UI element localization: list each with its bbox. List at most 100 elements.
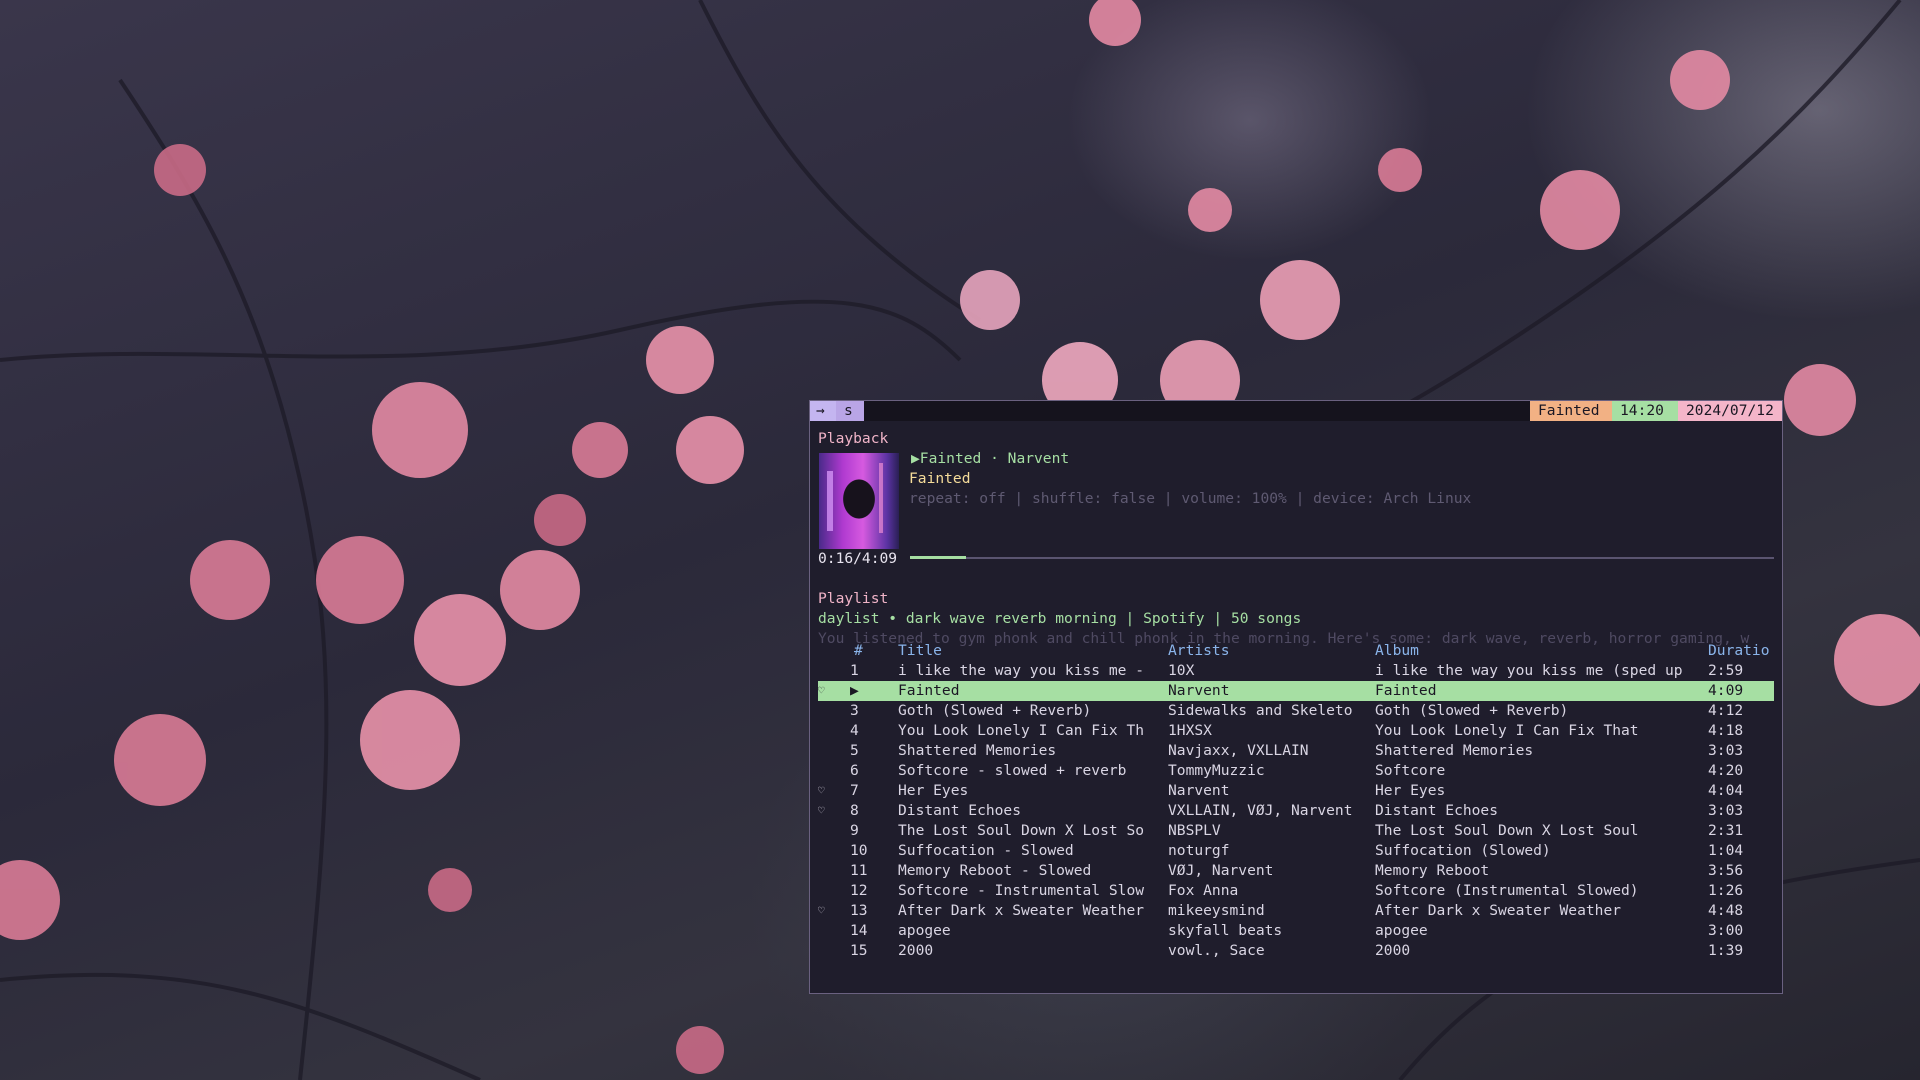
track-number: 11	[850, 862, 868, 879]
track-number: 15	[850, 942, 868, 959]
track-album: 2000	[1375, 942, 1411, 959]
track-album: apogee	[1375, 922, 1428, 939]
playlist-section-label: Playlist	[818, 590, 889, 607]
track-duration: 4:09	[1708, 682, 1744, 699]
arrow-icon: →	[810, 401, 836, 421]
track-album: The Lost Soul Down X Lost Soul	[1375, 822, 1639, 839]
track-duration: 3:00	[1708, 922, 1744, 939]
track-title: Softcore - slowed + reverb	[898, 762, 1127, 779]
track-album: After Dark x Sweater Weather	[1375, 902, 1622, 919]
track-title: Softcore - Instrumental Slow	[898, 882, 1145, 899]
track-artists: 10X	[1168, 662, 1195, 679]
track-artists: vowl., Sace	[1168, 942, 1265, 959]
track-title: Goth (Slowed + Reverb)	[898, 702, 1092, 719]
track-number: 9	[850, 822, 859, 839]
table-row[interactable]: ♡ 13 After Dark x Sweater Weather mikeeysmi…	[818, 901, 1774, 921]
track-duration: 4:04	[1708, 782, 1744, 799]
track-artists: noturgf	[1168, 842, 1230, 859]
table-header: # Title Artists Album Duratio	[818, 641, 1774, 661]
track-duration: 4:20	[1708, 762, 1744, 779]
track-artists: skyfall beats	[1168, 922, 1283, 939]
track-album: Shattered Memories	[1375, 742, 1534, 759]
track-duration: 3:03	[1708, 742, 1744, 759]
table-row[interactable]: 1 i like the way you kiss me - 10X i like t…	[818, 661, 1774, 681]
track-album: Softcore	[1375, 762, 1446, 779]
track-title: Distant Echoes	[898, 802, 1022, 819]
table-row[interactable]: ♡ 7 Her Eyes Narvent Her Eyes 4:04	[818, 781, 1774, 801]
date-badge: 2024/07/12	[1678, 401, 1782, 421]
track-artists: NBSPLV	[1168, 822, 1221, 839]
table-row[interactable]: 15 2000 vowl., Sace 2000 1:39	[818, 941, 1774, 961]
track-title: The Lost Soul Down X Lost So	[898, 822, 1145, 839]
track-album: You Look Lonely I Can Fix That	[1375, 722, 1639, 739]
playback-position: 0:16/4:09	[818, 550, 898, 567]
track-title: i like the way you kiss me -	[898, 662, 1145, 679]
table-row[interactable]: 4 You Look Lonely I Can Fix Th 1HXSX You Lo…	[818, 721, 1774, 741]
track-title: Fainted	[898, 682, 960, 699]
track-title: Memory Reboot - Slowed	[898, 862, 1092, 879]
table-row[interactable]: 10 Suffocation - Slowed noturgf Suffocation…	[818, 841, 1774, 861]
track-artists: TommyMuzzic	[1168, 762, 1265, 779]
track-title: After Dark x Sweater Weather	[898, 902, 1145, 919]
now-playing-badge: Fainted	[1530, 401, 1612, 421]
table-row[interactable]: 9 The Lost Soul Down X Lost So NBSPLV The L…	[818, 821, 1774, 841]
track-artists: VØJ, Narvent	[1168, 862, 1274, 879]
status-bar: → s Fainted 14:20 2024/07/12	[810, 401, 1782, 421]
playback-status: repeat: off | shuffle: false | volume: 1…	[909, 490, 1472, 507]
table-row[interactable]: 3 Goth (Slowed + Reverb) Sidewalks and Ske…	[818, 701, 1774, 721]
track-number: 8	[850, 802, 859, 819]
track-album: Suffocation (Slowed)	[1375, 842, 1551, 859]
table-row[interactable]: 14 apogee skyfall beats apogee 3:00	[818, 921, 1774, 941]
session-tab[interactable]: s	[836, 401, 864, 421]
terminal-window[interactable]: → s Fainted 14:20 2024/07/12 Playback ▶F…	[809, 400, 1783, 994]
track-duration: 4:18	[1708, 722, 1744, 739]
now-playing-line: ▶Fainted · Narvent	[911, 449, 1069, 469]
track-artists: mikeeysmind	[1168, 902, 1265, 919]
track-number: 12	[850, 882, 868, 899]
track-number: 14	[850, 922, 868, 939]
track-album: Her Eyes	[1375, 782, 1446, 799]
track-number: 13	[850, 902, 868, 919]
track-artists: Fox Anna	[1168, 882, 1239, 899]
col-album-header: Album	[1375, 642, 1419, 659]
track-duration: 3:56	[1708, 862, 1744, 879]
table-row[interactable]: 6 Softcore - slowed + reverb TommyMuzzic So…	[818, 761, 1774, 781]
track-title: You Look Lonely I Can Fix Th	[898, 722, 1145, 739]
track-duration: 3:03	[1708, 802, 1744, 819]
heart-icon: ♡	[818, 784, 825, 797]
track-number: 3	[850, 702, 859, 719]
track-duration: 1:39	[1708, 942, 1744, 959]
track-number: ▶	[850, 682, 859, 699]
track-album: Distant Echoes	[1375, 802, 1499, 819]
track-duration: 4:48	[1708, 902, 1744, 919]
track-title: Shattered Memories	[898, 742, 1057, 759]
track-number: 7	[850, 782, 859, 799]
table-row[interactable]: ♡ ▶ Fainted Narvent Fainted 4:09	[818, 681, 1774, 701]
table-row[interactable]: 12 Softcore - Instrumental Slow Fox Anna So…	[818, 881, 1774, 901]
track-album: Memory Reboot	[1375, 862, 1490, 879]
track-duration: 1:26	[1708, 882, 1744, 899]
progress-fill	[910, 556, 967, 559]
track-number: 4	[850, 722, 859, 739]
table-row[interactable]: ♡ 8 Distant Echoes VXLLAIN, VØJ, Narvent Dis…	[818, 801, 1774, 821]
table-row[interactable]: 11 Memory Reboot - Slowed VØJ, Narvent Memo…	[818, 861, 1774, 881]
clock-badge: 14:20	[1612, 401, 1678, 421]
track-title: Her Eyes	[898, 782, 969, 799]
tracks-table: # Title Artists Album Duratio 1 i like th…	[818, 641, 1774, 961]
track-number: 1	[850, 662, 859, 679]
progress-bar[interactable]	[910, 556, 1774, 559]
col-title-header: Title	[898, 642, 942, 659]
table-row[interactable]: 5 Shattered Memories Navjaxx, VXLLAIN Shatt…	[818, 741, 1774, 761]
heart-icon: ♡	[818, 904, 825, 917]
track-artists: Navjaxx, VXLLAIN	[1168, 742, 1309, 759]
track-artists: 1HXSX	[1168, 722, 1212, 739]
track-duration: 2:31	[1708, 822, 1744, 839]
heart-icon: ♡	[818, 684, 825, 697]
track-title: apogee	[898, 922, 951, 939]
track-artists: VXLLAIN, VØJ, Narvent	[1168, 802, 1353, 819]
track-number: 6	[850, 762, 859, 779]
track-artist-text: Fainted · Narvent	[919, 450, 1070, 467]
heart-icon: ♡	[818, 804, 825, 817]
playlist-title: daylist • dark wave reverb morning | Spo…	[818, 610, 1302, 627]
track-duration: 4:12	[1708, 702, 1744, 719]
